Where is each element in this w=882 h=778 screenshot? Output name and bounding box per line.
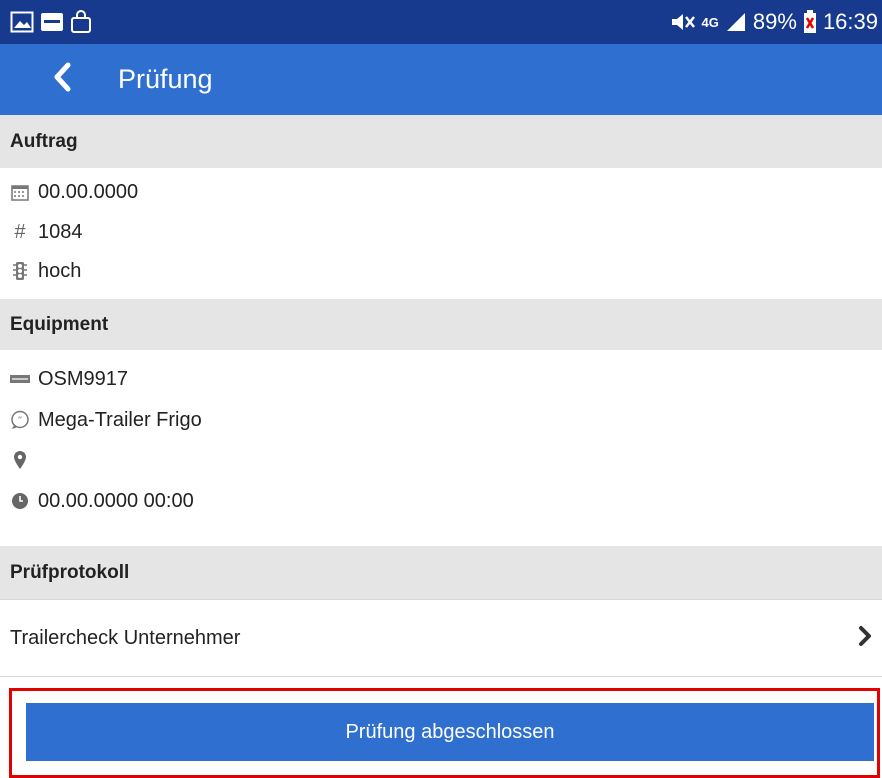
- mute-icon: [670, 11, 696, 33]
- battery-icon: [803, 10, 817, 34]
- list-item-trailercheck[interactable]: Trailercheck Unternehmer: [0, 599, 882, 677]
- back-button[interactable]: [52, 60, 92, 100]
- clock-icon: [10, 492, 30, 510]
- equipment-timestamp: 00.00.0000 00:00: [38, 489, 194, 512]
- auftrag-date: 00.00.0000: [38, 180, 139, 203]
- section-header-auftrag: Auftrag: [0, 115, 882, 168]
- auftrag-number: 1084: [38, 220, 83, 243]
- clock: 16:39: [822, 9, 878, 34]
- status-bar-right: 4G 89% 16:39: [670, 9, 878, 35]
- image-icon: [10, 11, 34, 33]
- page-title: Prüfung: [118, 64, 213, 94]
- section-header-equipment: Equipment: [0, 299, 882, 350]
- hash-icon: #: [14, 220, 26, 243]
- chevron-left-icon: [52, 62, 72, 97]
- auftrag-priority-row: hoch: [10, 256, 81, 286]
- license-plate-icon: [10, 374, 30, 384]
- equipment-location-row: [10, 445, 38, 475]
- equipment-plate-row: OSM9917: [10, 364, 128, 394]
- equipment-timestamp-row: 00.00.0000 00:00: [10, 486, 194, 516]
- auftrag-priority: hoch: [38, 259, 82, 282]
- auftrag-date-row: 00.00.0000: [10, 177, 138, 207]
- list-item-label: Trailercheck Unternehmer: [10, 626, 241, 649]
- signal-icon: [725, 11, 747, 33]
- status-bar-left: [10, 10, 92, 34]
- auftrag-number-row: # 1084: [10, 217, 83, 247]
- chevron-right-icon: [858, 625, 872, 652]
- app-bar: Prüfung: [0, 44, 882, 115]
- calendar-icon: [10, 183, 30, 201]
- comment-icon: ”: [10, 410, 30, 430]
- equipment-description: Mega-Trailer Frigo: [38, 408, 202, 431]
- equipment-plate: OSM9917: [38, 367, 129, 390]
- 4g-icon: 4G: [701, 14, 719, 30]
- svg-text:”: ”: [18, 416, 23, 426]
- equipment-description-row: ” Mega-Trailer Frigo: [10, 405, 202, 435]
- section-header-pruefprotokoll: Prüfprotokoll: [0, 546, 882, 599]
- battery-percent: 89%: [752, 9, 797, 34]
- traffic-light-icon: [10, 261, 30, 281]
- notification-icon: [40, 11, 64, 33]
- shopping-bag-icon: [70, 10, 92, 34]
- status-bar: 4G 89% 16:39: [0, 0, 882, 44]
- complete-check-button[interactable]: Prüfung abgeschlossen: [26, 703, 874, 761]
- map-pin-icon: [10, 450, 30, 470]
